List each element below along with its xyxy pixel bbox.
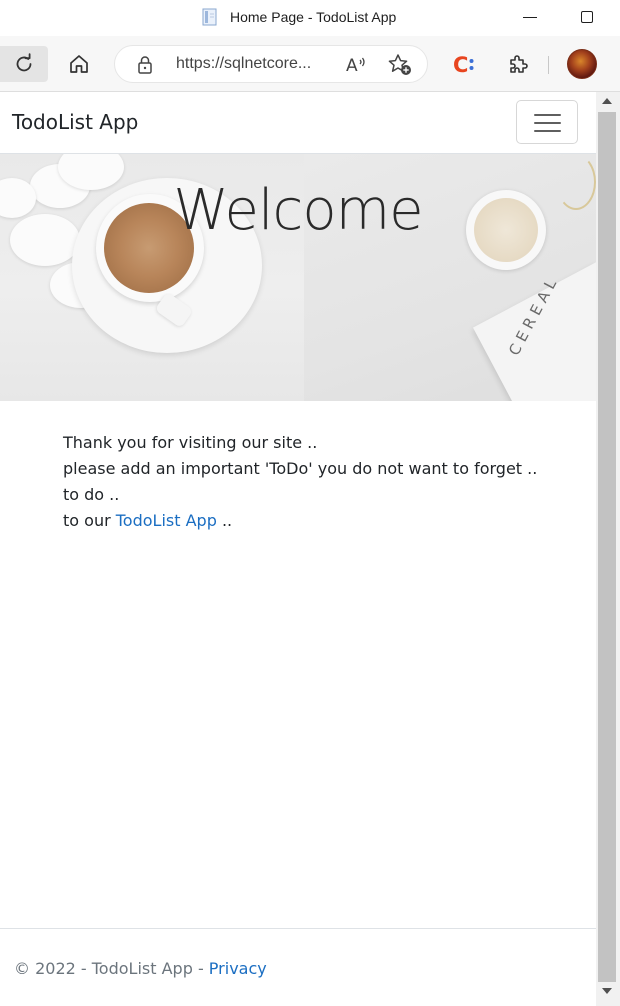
add-favorite-icon[interactable]: [387, 53, 413, 77]
hamburger-icon-bar: [534, 122, 561, 124]
refresh-icon: [16, 53, 32, 72]
hero-banner: CEREAL Welcome: [0, 154, 596, 401]
refresh-button[interactable]: [0, 46, 48, 82]
home-icon: [70, 55, 88, 73]
window-titlebar: Home Page - TodoList App: [0, 0, 620, 36]
url-text[interactable]: https://sqlnetcore...: [176, 55, 311, 73]
address-bar[interactable]: https://sqlnetcore... A: [114, 45, 428, 83]
intro-text: Thank you for visiting our site .. pleas…: [63, 430, 563, 534]
navbar-brand[interactable]: TodoList App: [12, 110, 138, 134]
intro-suffix: ..: [216, 511, 233, 530]
puzzle-icon: [510, 55, 528, 73]
page-viewport: TodoList App CEREAL Welcome Thank you fo…: [0, 92, 596, 1006]
navbar-toggle-button[interactable]: [516, 100, 578, 144]
privacy-link[interactable]: Privacy: [209, 959, 267, 978]
avatar: [567, 49, 597, 79]
site-navbar: TodoList App: [0, 92, 596, 154]
lock-icon[interactable]: [137, 56, 153, 74]
profile-button[interactable]: [564, 46, 600, 82]
copyright-text: © 2022 - TodoList App -: [14, 959, 209, 978]
page-favicon-icon: [202, 8, 217, 26]
extension-c-button[interactable]: C: [446, 46, 482, 82]
scrollbar-thumb[interactable]: [598, 112, 616, 982]
window-title: Home Page - TodoList App: [230, 9, 397, 25]
hamburger-icon-bar: [534, 130, 561, 132]
browser-toolbar: https://sqlnetcore... A C: [0, 36, 620, 92]
hamburger-icon: [534, 114, 561, 116]
toolbar-separator: [548, 56, 549, 74]
scroll-up-arrow-icon[interactable]: [602, 98, 612, 104]
read-aloud-icon[interactable]: A: [345, 54, 369, 74]
intro-line: to our TodoList App ..: [63, 508, 563, 534]
minimize-button[interactable]: [523, 17, 537, 18]
scroll-down-arrow-icon[interactable]: [602, 988, 612, 994]
maximize-button[interactable]: [581, 11, 593, 23]
intro-line: please add an important 'ToDo' you do no…: [63, 459, 538, 478]
intro-prefix: to our: [63, 511, 116, 530]
page-scrollbar[interactable]: [596, 92, 620, 1006]
home-button[interactable]: [61, 46, 97, 82]
extensions-button[interactable]: [500, 46, 536, 82]
todolist-link[interactable]: TodoList App: [116, 511, 217, 530]
footer-text: © 2022 - TodoList App - Privacy: [14, 959, 267, 978]
site-footer: © 2022 - TodoList App - Privacy: [0, 928, 596, 1006]
svg-text:C: C: [453, 53, 468, 76]
intro-line: to do ..: [63, 485, 120, 504]
extension-c-icon: C: [453, 53, 474, 76]
welcome-heading: Welcome: [173, 178, 423, 243]
svg-text:A: A: [346, 56, 358, 74]
intro-line: Thank you for visiting our site ..: [63, 433, 318, 452]
